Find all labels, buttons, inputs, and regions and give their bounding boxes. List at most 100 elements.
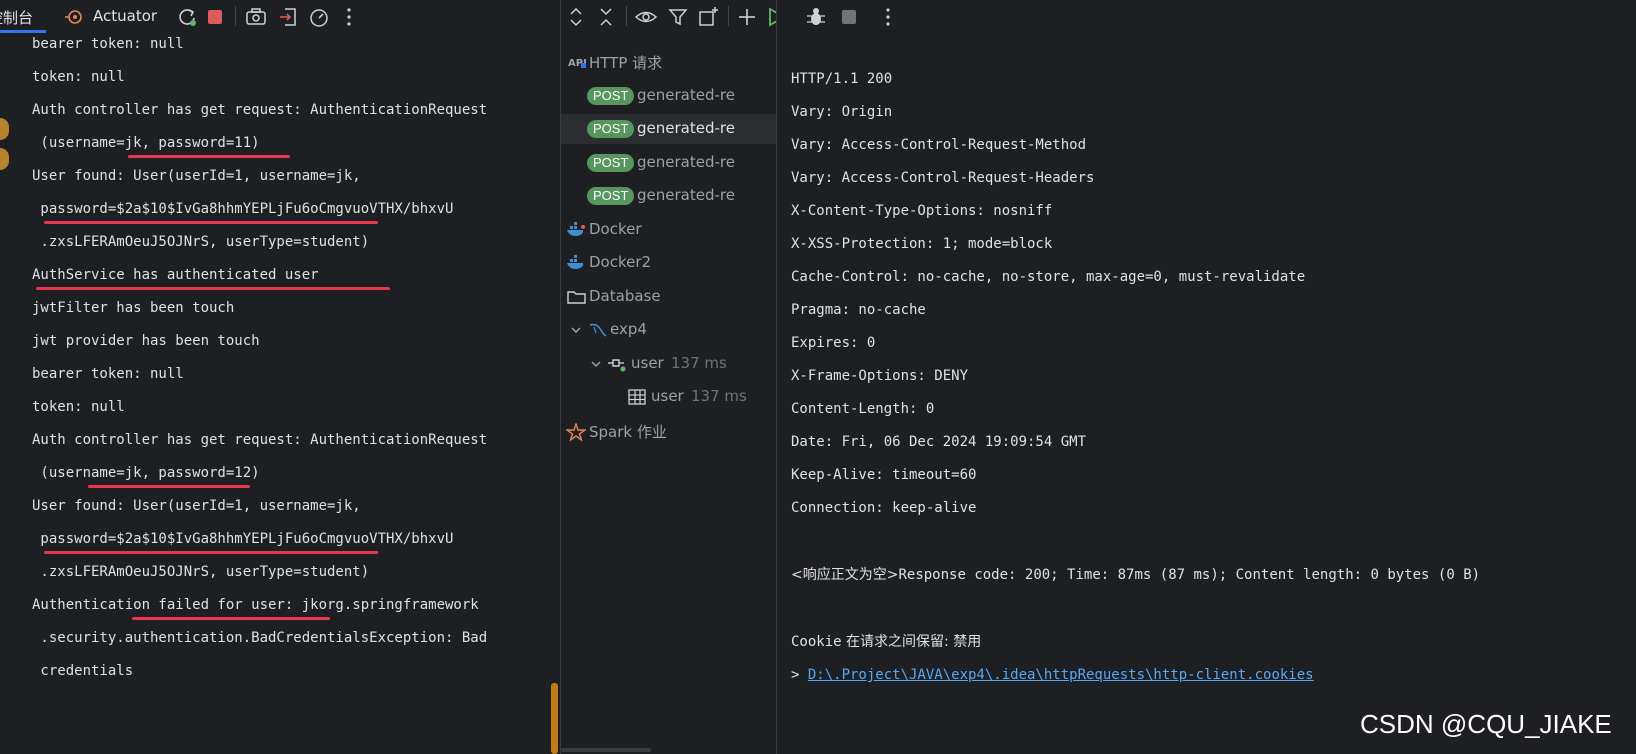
response-header-line: X-XSS-Protection: 1; mode=block <box>791 236 1053 252</box>
tree-item-request[interactable]: POST generated-re <box>561 181 776 211</box>
tree-group-http[interactable]: API HTTP 请求 <box>561 47 776 77</box>
camera-icon[interactable] <box>243 4 269 30</box>
post-method-badge: POST <box>587 87 635 105</box>
response-panel: HTTP/1.1 200 Vary: Origin Vary: Access-C… <box>777 0 1636 754</box>
response-header-line: X-Frame-Options: DENY <box>791 368 969 384</box>
tree-item-request[interactable]: POST generated-re <box>561 81 776 111</box>
exit-icon[interactable] <box>275 4 301 30</box>
response-header-line: Expires: 0 <box>791 335 876 351</box>
gauge-icon[interactable] <box>306 4 332 30</box>
response-header-line: Pragma: no-cache <box>791 302 926 318</box>
console-gutter <box>0 33 14 754</box>
tree-item-spark[interactable]: Spark 作业 <box>561 416 776 446</box>
gutter-badge[interactable] <box>0 118 9 140</box>
console-line: AuthService has authenticated user <box>32 267 319 283</box>
docker-icon <box>566 255 586 271</box>
table-icon <box>628 389 646 405</box>
chevron-down-icon[interactable] <box>561 55 563 69</box>
console-scrollbar[interactable] <box>551 683 558 754</box>
tree-label: generated-re <box>637 153 735 171</box>
tree-timing: 137 ms <box>671 354 727 372</box>
tab-actuator[interactable]: Actuator <box>64 0 166 33</box>
console-output[interactable]: bearer token: null token: null Auth cont… <box>14 33 550 754</box>
tree-timing: 137 ms <box>691 387 747 405</box>
toolbar-separator <box>626 6 627 26</box>
cookie-prefix: > <box>791 667 808 683</box>
chevron-down-icon[interactable] <box>589 357 603 371</box>
add-icon[interactable] <box>734 4 760 30</box>
services-scrollbar[interactable] <box>561 748 651 752</box>
post-method-badge: POST <box>587 154 635 172</box>
rerun-icon[interactable] <box>174 4 200 30</box>
console-line: Auth controller has get request: Authent… <box>32 102 488 118</box>
tree-label: HTTP 请求 <box>589 54 663 72</box>
tree-item-session[interactable]: user 137 ms <box>561 349 776 379</box>
more-options-icon[interactable] <box>336 4 362 30</box>
run-icon[interactable] <box>763 4 776 30</box>
console-line: .zxsLFERAmOeuJ5OJNrS, userType=student) <box>32 234 370 250</box>
tree-label: exp4 <box>610 320 647 338</box>
eye-icon[interactable] <box>633 4 659 30</box>
console-line: bearer token: null <box>32 36 184 52</box>
spark-icon <box>566 423 586 441</box>
console-line: jwt provider has been touch <box>32 333 260 349</box>
annotation-underline <box>44 221 378 224</box>
console-panel: 控制台 Actuator b <box>0 0 560 754</box>
tree-label: generated-re <box>637 86 735 104</box>
response-header-line: Connection: keep-alive <box>791 500 977 516</box>
tree-item-docker[interactable]: Docker <box>561 215 776 245</box>
tree-label: user <box>651 387 684 405</box>
filter-icon[interactable] <box>665 4 691 30</box>
response-body-empty: <响应正文为空> <box>791 567 899 583</box>
console-line: (username=jk, password=12) <box>32 465 260 481</box>
tree-label: user <box>631 354 664 372</box>
console-line: .security.authentication.BadCredentialsE… <box>32 630 488 646</box>
tree-item-request[interactable]: POST generated-re <box>561 148 776 178</box>
console-line: .zxsLFERAmOeuJ5OJNrS, userType=student) <box>32 564 370 580</box>
collapse-all-icon[interactable] <box>593 4 619 30</box>
tree-label: generated-re <box>637 119 735 137</box>
tab-console[interactable]: 控制台 <box>0 0 46 33</box>
tree-item-table[interactable]: user 137 ms <box>561 382 776 412</box>
mysql-icon <box>588 321 608 339</box>
cookie-file-link[interactable]: D:\.Project\JAVA\exp4\.idea\httpRequests… <box>808 667 1314 683</box>
response-view[interactable]: HTTP/1.1 200 Vary: Origin Vary: Access-C… <box>791 0 1636 754</box>
annotation-underline <box>132 617 330 620</box>
annotation-underline <box>36 287 390 290</box>
plug-connected-icon <box>607 355 627 373</box>
console-toolbar: 控制台 Actuator <box>0 0 560 33</box>
cookie-label: Cookie <box>791 634 842 650</box>
console-line: User found: User(userId=1, username=jk, <box>32 498 361 514</box>
tree-item-docker2[interactable]: Docker2 <box>561 248 776 278</box>
tree-label: Docker2 <box>589 253 652 271</box>
tree-item-db-exp4[interactable]: exp4 <box>561 315 776 345</box>
cookie-description: 在请求之间保留: 禁用 <box>841 634 982 650</box>
actuator-icon <box>64 7 84 27</box>
tree-group-database[interactable]: Database <box>561 282 776 312</box>
response-header-line: Cache-Control: no-cache, no-store, max-a… <box>791 269 1306 285</box>
gutter-badge[interactable] <box>0 148 9 170</box>
console-line: password=$2a$10$IvGa8hhmYEPLjFu6oCmgvuoV… <box>32 531 454 547</box>
response-header-line: X-Content-Type-Options: nosniff <box>791 203 1053 219</box>
response-header-line: Keep-Alive: timeout=60 <box>791 467 977 483</box>
chevron-down-icon[interactable] <box>569 323 583 337</box>
new-tab-icon[interactable] <box>695 4 721 30</box>
console-line: bearer token: null <box>32 366 184 382</box>
chevron-down-icon[interactable] <box>561 290 563 304</box>
tree-item-request-selected[interactable]: POST generated-re <box>561 114 776 144</box>
tree-label: Spark 作业 <box>589 423 667 441</box>
expand-all-icon[interactable] <box>563 4 589 30</box>
stop-icon[interactable] <box>202 4 228 30</box>
console-line: Authentication failed for user: jkorg.sp… <box>32 597 479 613</box>
console-line: User found: User(userId=1, username=jk, <box>32 168 361 184</box>
response-header-line: Vary: Access-Control-Request-Method <box>791 137 1087 153</box>
response-header-line: HTTP/1.1 200 <box>791 71 893 87</box>
console-line: credentials <box>32 663 134 679</box>
console-line: Auth controller has get request: Authent… <box>32 432 488 448</box>
post-method-badge: POST <box>587 187 635 205</box>
response-header-line: Date: Fri, 06 Dec 2024 19:09:54 GMT <box>791 434 1087 450</box>
cookie-setting-line: Cookie 在请求之间保留: 禁用 <box>791 633 981 651</box>
docker-icon <box>566 222 586 238</box>
console-line: token: null <box>32 399 125 415</box>
post-method-badge: POST <box>587 120 635 138</box>
